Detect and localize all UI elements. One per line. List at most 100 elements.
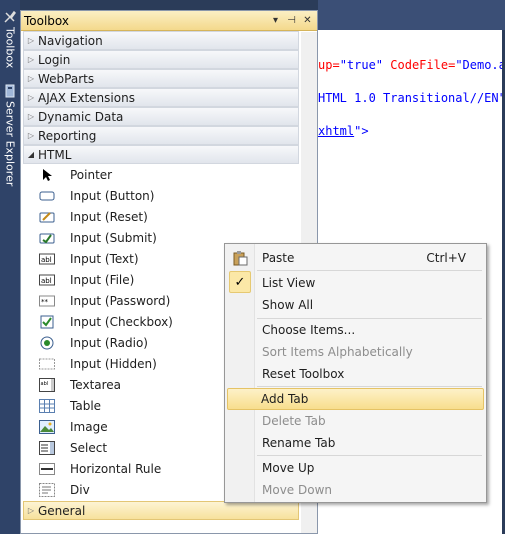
collapsed-arrow-icon: ▷ bbox=[27, 506, 35, 515]
toolbox-item-label: Pointer bbox=[70, 167, 113, 182]
wrench-icon bbox=[3, 10, 17, 24]
collapsed-arrow-icon: ▷ bbox=[27, 93, 35, 102]
category-label: AJAX Extensions bbox=[38, 90, 135, 105]
category-login[interactable]: ▷ Login bbox=[23, 50, 299, 69]
code-value: "true" bbox=[339, 58, 384, 72]
input-password-icon: ** bbox=[39, 294, 55, 308]
menu-item-paste[interactable]: Paste Ctrl+V bbox=[227, 247, 484, 269]
category-label: WebParts bbox=[38, 71, 95, 86]
code-link: xhtml bbox=[318, 124, 355, 138]
toolbox-item-label: Table bbox=[70, 398, 102, 413]
server-icon bbox=[3, 84, 17, 98]
menu-separator bbox=[257, 455, 482, 456]
toolbox-item-label: Input (Submit) bbox=[70, 230, 157, 245]
collapsed-arrow-icon: ▷ bbox=[27, 112, 35, 121]
toolbox-item-label: Horizontal Rule bbox=[70, 461, 162, 476]
category-reporting[interactable]: ▷ Reporting bbox=[23, 126, 299, 145]
menu-item-label: Move Up bbox=[262, 461, 315, 475]
menu-item-move-down[interactable]: Move Down bbox=[227, 479, 484, 501]
toolbox-item-label: Textarea bbox=[70, 377, 122, 392]
collapsed-arrow-icon: ▷ bbox=[27, 36, 35, 45]
svg-text:abl: abl bbox=[41, 256, 52, 264]
toolbox-item-label: Div bbox=[70, 482, 90, 497]
toolbox-item-label: Input (Reset) bbox=[70, 209, 148, 224]
code-line-1: up="true" CodeFile="Demo.as bbox=[318, 58, 505, 72]
code-line-2: HTML 1.0 Transitional//EN" bbox=[318, 91, 505, 105]
toolbox-item-label: Input (Button) bbox=[70, 188, 155, 203]
close-icon[interactable]: ✕ bbox=[301, 13, 314, 28]
collapsed-arrow-icon: ▷ bbox=[27, 74, 35, 83]
menu-item-label: Paste bbox=[262, 251, 295, 265]
menu-item-sort-alphabetically[interactable]: Sort Items Alphabetically bbox=[227, 341, 484, 363]
category-dynamic-data[interactable]: ▷ Dynamic Data bbox=[23, 107, 299, 126]
toolbox-side-tab-label: Toolbox bbox=[3, 27, 17, 69]
toolbox-titlebar[interactable]: Toolbox ▾ ⊣ ✕ bbox=[21, 11, 317, 31]
radio-icon bbox=[39, 336, 55, 350]
input-file-icon: abl bbox=[39, 273, 55, 287]
toolbox-item-label: Input (File) bbox=[70, 272, 135, 287]
menu-item-show-all[interactable]: Show All bbox=[227, 294, 484, 316]
collapsed-arrow-icon: ▷ bbox=[27, 55, 35, 64]
toolbox-item-label: Input (Hidden) bbox=[70, 356, 157, 371]
code-value: "Demo.as bbox=[455, 58, 505, 72]
shortcut-label: Ctrl+V bbox=[426, 251, 466, 265]
category-webparts[interactable]: ▷ WebParts bbox=[23, 69, 299, 88]
menu-item-label: Reset Toolbox bbox=[262, 367, 345, 381]
toolbox-item-label: Input (Radio) bbox=[70, 335, 148, 350]
menu-item-add-tab[interactable]: Add Tab bbox=[227, 388, 484, 410]
menu-item-reset-toolbox[interactable]: Reset Toolbox bbox=[227, 363, 484, 385]
svg-text:abl: abl bbox=[41, 381, 49, 387]
code-text: "> bbox=[354, 124, 369, 138]
collapsed-arrow-icon: ▷ bbox=[27, 131, 35, 140]
menu-item-delete-tab[interactable]: Delete Tab bbox=[227, 410, 484, 432]
category-label: HTML bbox=[38, 147, 72, 162]
category-navigation[interactable]: ▷ Navigation bbox=[23, 31, 299, 50]
table-icon bbox=[39, 398, 55, 413]
checkbox-icon bbox=[39, 315, 55, 329]
menu-item-choose-items[interactable]: Choose Items... bbox=[227, 319, 484, 341]
input-submit-icon bbox=[39, 231, 55, 245]
menu-item-rename-tab[interactable]: Rename Tab bbox=[227, 432, 484, 454]
category-ajax-extensions[interactable]: ▷ AJAX Extensions bbox=[23, 88, 299, 107]
category-general[interactable]: ▷ General bbox=[23, 501, 299, 520]
image-icon bbox=[39, 419, 55, 434]
server-explorer-side-tab[interactable]: Server Explorer bbox=[0, 82, 20, 186]
category-label: General bbox=[38, 503, 86, 518]
toolbox-item-label: Select bbox=[70, 440, 108, 455]
input-text-icon: abl bbox=[39, 252, 55, 266]
menu-item-label: Sort Items Alphabetically bbox=[262, 345, 413, 359]
code-line-3: xhtml"> bbox=[318, 124, 369, 138]
menu-item-label: Add Tab bbox=[261, 392, 309, 406]
div-icon bbox=[39, 482, 55, 497]
textarea-icon: abl bbox=[39, 377, 55, 392]
toolbox-item-label: Image bbox=[70, 419, 108, 434]
svg-text:**: ** bbox=[41, 298, 49, 306]
toolbox-item[interactable]: Pointer bbox=[21, 164, 317, 185]
dropdown-arrow-icon[interactable]: ▾ bbox=[269, 13, 282, 28]
svg-text:abl: abl bbox=[41, 277, 52, 285]
menu-item-label: Show All bbox=[262, 298, 314, 312]
category-html[interactable]: ◢ HTML bbox=[23, 145, 299, 164]
expanded-arrow-icon: ◢ bbox=[27, 150, 35, 159]
horizontal-rule-icon bbox=[39, 462, 55, 476]
menu-item-move-up[interactable]: Move Up bbox=[227, 457, 484, 479]
menu-item-list-view[interactable]: List View bbox=[227, 272, 484, 294]
category-label: Login bbox=[38, 52, 71, 67]
pointer-icon bbox=[39, 168, 55, 182]
paste-icon bbox=[232, 250, 248, 269]
toolbox-item[interactable]: Input (Button) bbox=[21, 185, 317, 206]
code-attr: up= bbox=[318, 58, 340, 72]
category-label: Navigation bbox=[38, 33, 103, 48]
toolbox-side-tab[interactable]: Toolbox bbox=[0, 8, 20, 68]
input-reset-icon bbox=[39, 210, 55, 224]
menu-item-label: Delete Tab bbox=[262, 414, 326, 428]
select-icon bbox=[39, 440, 55, 455]
menu-separator bbox=[257, 386, 482, 387]
toolbox-item[interactable]: Input (Reset) bbox=[21, 206, 317, 227]
pin-icon[interactable]: ⊣ bbox=[285, 13, 298, 28]
editor-tab-strip bbox=[318, 0, 505, 30]
server-explorer-side-tab-label: Server Explorer bbox=[3, 101, 17, 187]
category-label: Reporting bbox=[38, 128, 97, 143]
category-label: Dynamic Data bbox=[38, 109, 124, 124]
input-button-icon bbox=[39, 189, 55, 203]
